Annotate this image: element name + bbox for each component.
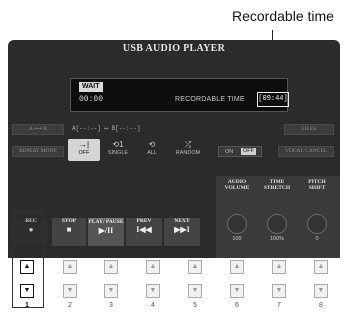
repeat-option-random[interactable]: ⤮ RANDOM xyxy=(168,139,208,161)
status-display: WAIT 00:00 RECORDABLE TIME [09:44] xyxy=(70,78,289,112)
audio-volume-value: 100 xyxy=(232,236,242,242)
prev-label: PREV xyxy=(136,218,152,224)
vocal-cancel-button[interactable]: VOCAL CANCEL xyxy=(278,146,334,157)
up-button-3[interactable]: ▲ xyxy=(104,260,118,274)
play-pause-label: PLAY/ PAUSE xyxy=(88,219,124,225)
previous-track-icon: I◀◀ xyxy=(136,225,152,234)
down-button-3[interactable]: ▼ xyxy=(104,284,118,298)
repeat-mode-button[interactable]: REPEAT MODE xyxy=(12,146,64,157)
down-button-1[interactable]: ▼ xyxy=(20,284,34,298)
button-number-1: 1 xyxy=(25,302,29,309)
button-number-2: 2 xyxy=(68,302,72,309)
repeat-mode-options: →| OFF ⟲1 SINGLE ⟲ ALL ⤮ RANDOM xyxy=(68,139,208,161)
toggle-off-label: OFF xyxy=(241,148,256,155)
elapsed-time: 00:00 xyxy=(79,95,104,104)
ab-range-readout: A[--:--] ⟷ B[--:--] xyxy=(72,125,141,132)
next-track-icon: ▶▶I xyxy=(174,225,190,234)
button-number-7: 7 xyxy=(277,302,281,309)
play-pause-icon: ▶/II xyxy=(98,226,114,235)
down-button-5[interactable]: ▼ xyxy=(188,284,202,298)
next-button[interactable]: NEXT ▶▶I xyxy=(164,218,200,246)
down-button-7[interactable]: ▼ xyxy=(272,284,286,298)
toggle-on-label: ON xyxy=(225,149,234,155)
up-button-7[interactable]: ▲ xyxy=(272,260,286,274)
down-button-2[interactable]: ▼ xyxy=(63,284,77,298)
recordable-time-value: [09:44] xyxy=(257,92,289,107)
repeat-option-all[interactable]: ⟲ ALL xyxy=(136,139,168,161)
repeat-off-icon: →| xyxy=(78,140,90,149)
button-number-3: 3 xyxy=(109,302,113,309)
repeat-single-icon: ⟲1 xyxy=(112,140,124,149)
down-button-6[interactable]: ▼ xyxy=(230,284,244,298)
ab-repeat-button[interactable]: A ⟷ B xyxy=(12,124,64,135)
up-button-4[interactable]: ▲ xyxy=(146,260,160,274)
repeat-all-icon: ⟲ xyxy=(148,140,156,149)
repeat-option-label: OFF xyxy=(78,150,90,156)
knob-section: AUDIO VOLUME TIME STRETCH PITCH SHIFT 10… xyxy=(216,176,340,258)
repeat-option-off[interactable]: →| OFF xyxy=(68,139,100,161)
up-button-5[interactable]: ▲ xyxy=(188,260,202,274)
up-button-2[interactable]: ▲ xyxy=(63,260,77,274)
prev-button[interactable]: PREV I◀◀ xyxy=(126,218,162,246)
repeat-option-label: RANDOM xyxy=(175,150,201,156)
stop-button[interactable]: STOP ■ xyxy=(52,218,86,246)
audio-volume-label: AUDIO VOLUME xyxy=(224,179,250,191)
repeat-option-label: ALL xyxy=(147,150,157,156)
pitch-shift-value: 0 xyxy=(315,236,319,242)
panel-title: USB AUDIO PLAYER xyxy=(122,43,226,54)
files-button[interactable]: FILES xyxy=(284,124,334,135)
button-number-5: 5 xyxy=(193,302,197,309)
time-stretch-label: TIME STRETCH xyxy=(263,179,291,191)
up-button-8[interactable]: ▲ xyxy=(314,260,328,274)
next-label: NEXT xyxy=(174,218,190,224)
play-pause-button[interactable]: PLAY/ PAUSE ▶/II xyxy=(88,218,124,246)
vocal-cancel-toggle[interactable]: ON OFF xyxy=(218,146,262,157)
stop-label: STOP xyxy=(61,218,77,224)
down-button-8[interactable]: ▼ xyxy=(314,284,328,298)
status-badge: WAIT xyxy=(79,82,103,92)
button-number-6: 6 xyxy=(235,302,239,309)
pitch-shift-label: PITCH SHIFT xyxy=(308,179,326,191)
repeat-option-label: SINGLE xyxy=(107,150,129,156)
button-number-8: 8 xyxy=(319,302,323,309)
usb-audio-player-panel: USB AUDIO PLAYER WAIT 00:00 RECORDABLE T… xyxy=(8,40,340,258)
time-stretch-value: 100% xyxy=(269,236,285,242)
stop-icon: ■ xyxy=(66,225,72,234)
audio-volume-knob[interactable] xyxy=(227,214,247,234)
down-button-4[interactable]: ▼ xyxy=(146,284,160,298)
up-button-1[interactable]: ▲ xyxy=(20,260,34,274)
time-stretch-knob[interactable] xyxy=(267,214,287,234)
up-button-6[interactable]: ▲ xyxy=(230,260,244,274)
recordable-time-callout-label: Recordable time xyxy=(232,8,334,24)
recordable-time-label: RECORDABLE TIME xyxy=(175,96,245,103)
button-number-4: 4 xyxy=(151,302,155,309)
pitch-shift-knob[interactable] xyxy=(307,214,327,234)
shuffle-icon: ⤮ xyxy=(184,140,192,149)
repeat-option-single[interactable]: ⟲1 SINGLE xyxy=(102,139,134,161)
